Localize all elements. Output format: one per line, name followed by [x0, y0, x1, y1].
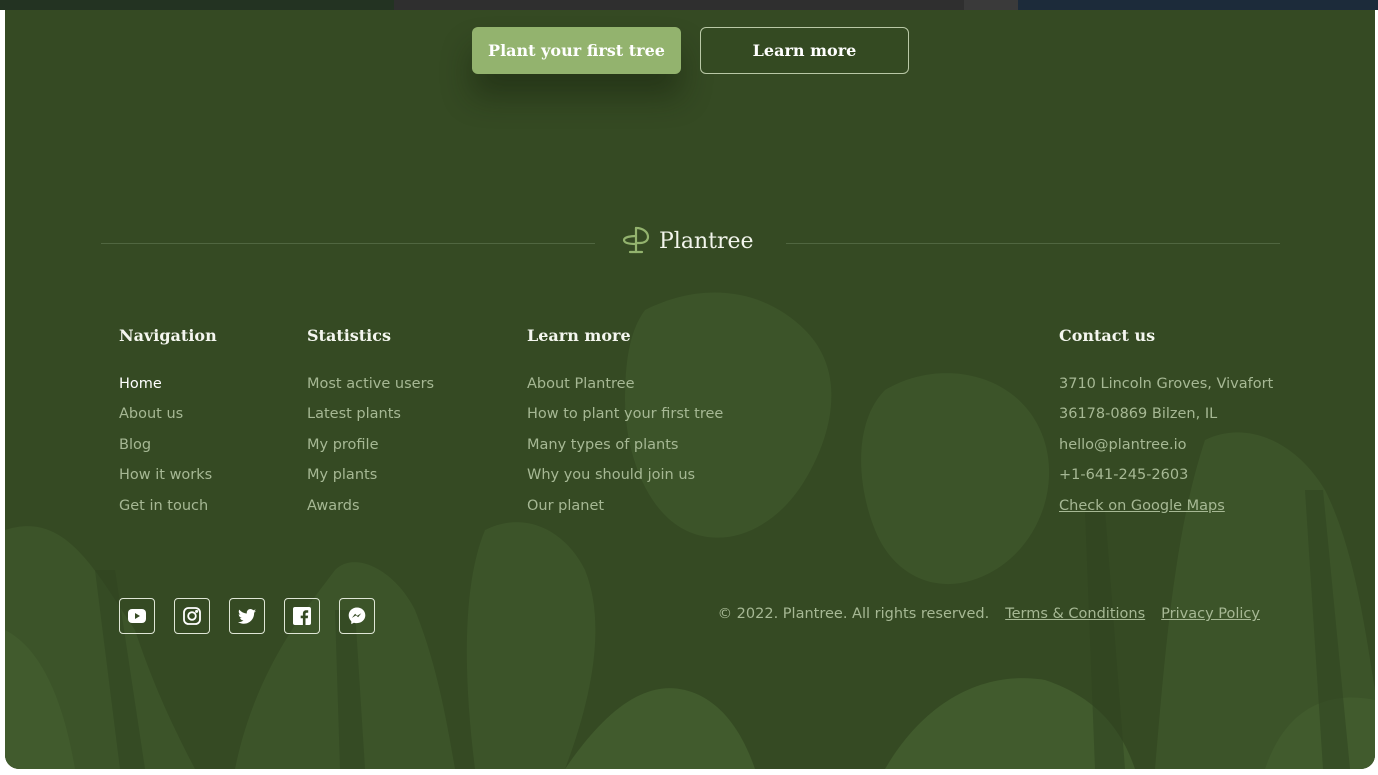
- learn-link-how-to-plant[interactable]: How to plant your first tree: [527, 403, 723, 433]
- footer-panel: Plant your first tree Learn more Plantre…: [5, 10, 1375, 769]
- contact-title: Contact us: [1059, 326, 1156, 345]
- learn-link-why-join[interactable]: Why you should join us: [527, 464, 723, 494]
- facebook-icon[interactable]: [284, 598, 320, 634]
- privacy-link[interactable]: Privacy Policy: [1161, 606, 1260, 622]
- nav-link-get-in-touch[interactable]: Get in touch: [119, 495, 217, 525]
- stats-link-awards[interactable]: Awards: [307, 495, 434, 525]
- divider-right: [786, 243, 1280, 244]
- tree-logo-icon: [621, 224, 651, 258]
- nav-link-home[interactable]: Home: [119, 373, 217, 403]
- stats-link-my-profile[interactable]: My profile: [307, 434, 434, 464]
- contact-phone-link[interactable]: +1-641-245-2603: [1059, 464, 1273, 494]
- copyright-text: © 2022. Plantree. All rights reserved.: [717, 606, 990, 622]
- brand-logo[interactable]: Plantree: [621, 224, 754, 258]
- top-image-strip: [0, 0, 1378, 10]
- contact-address-line-1: 3710 Lincoln Groves, Vivafort: [1059, 376, 1274, 392]
- statistics-title: Statistics: [307, 326, 392, 345]
- google-maps-link[interactable]: Check on Google Maps: [1059, 495, 1273, 525]
- navigation-title: Navigation: [119, 326, 217, 345]
- terms-link[interactable]: Terms & Conditions: [1005, 606, 1145, 622]
- twitter-icon[interactable]: [229, 598, 265, 634]
- plant-first-tree-button[interactable]: Plant your first tree: [472, 27, 681, 74]
- stats-link-latest-plants[interactable]: Latest plants: [307, 403, 434, 433]
- messenger-icon[interactable]: [339, 598, 375, 634]
- learn-link-types-of-plants[interactable]: Many types of plants: [527, 434, 723, 464]
- learn-more-title: Learn more: [527, 326, 631, 345]
- stats-link-my-plants[interactable]: My plants: [307, 464, 434, 494]
- instagram-icon[interactable]: [174, 598, 210, 634]
- cta-row: Plant your first tree Learn more: [472, 27, 909, 74]
- social-links: [119, 598, 375, 634]
- nav-link-about-us[interactable]: About us: [119, 403, 217, 433]
- navigation-column: Navigation Home About us Blog How it wor…: [119, 324, 217, 525]
- brand-name: Plantree: [659, 228, 754, 254]
- youtube-icon[interactable]: [119, 598, 155, 634]
- statistics-column: Statistics Most active users Latest plan…: [307, 324, 434, 525]
- learn-more-column: Learn more About Plantree How to plant y…: [527, 324, 723, 525]
- learn-link-our-planet[interactable]: Our planet: [527, 495, 723, 525]
- learn-link-about-plantree[interactable]: About Plantree: [527, 373, 723, 403]
- legal-bar: © 2022. Plantree. All rights reserved. T…: [718, 606, 1260, 622]
- nav-link-blog[interactable]: Blog: [119, 434, 217, 464]
- contact-email-link[interactable]: hello@plantree.io: [1059, 434, 1273, 464]
- contact-address-line-2: 36178-0869 Bilzen, IL: [1059, 406, 1218, 423]
- nav-link-how-it-works[interactable]: How it works: [119, 464, 217, 494]
- contact-column: Contact us 3710 Lincoln Groves, Vivafort…: [1059, 324, 1273, 525]
- divider-left: [101, 243, 595, 244]
- learn-more-button[interactable]: Learn more: [700, 27, 909, 74]
- stats-link-most-active-users[interactable]: Most active users: [307, 373, 434, 403]
